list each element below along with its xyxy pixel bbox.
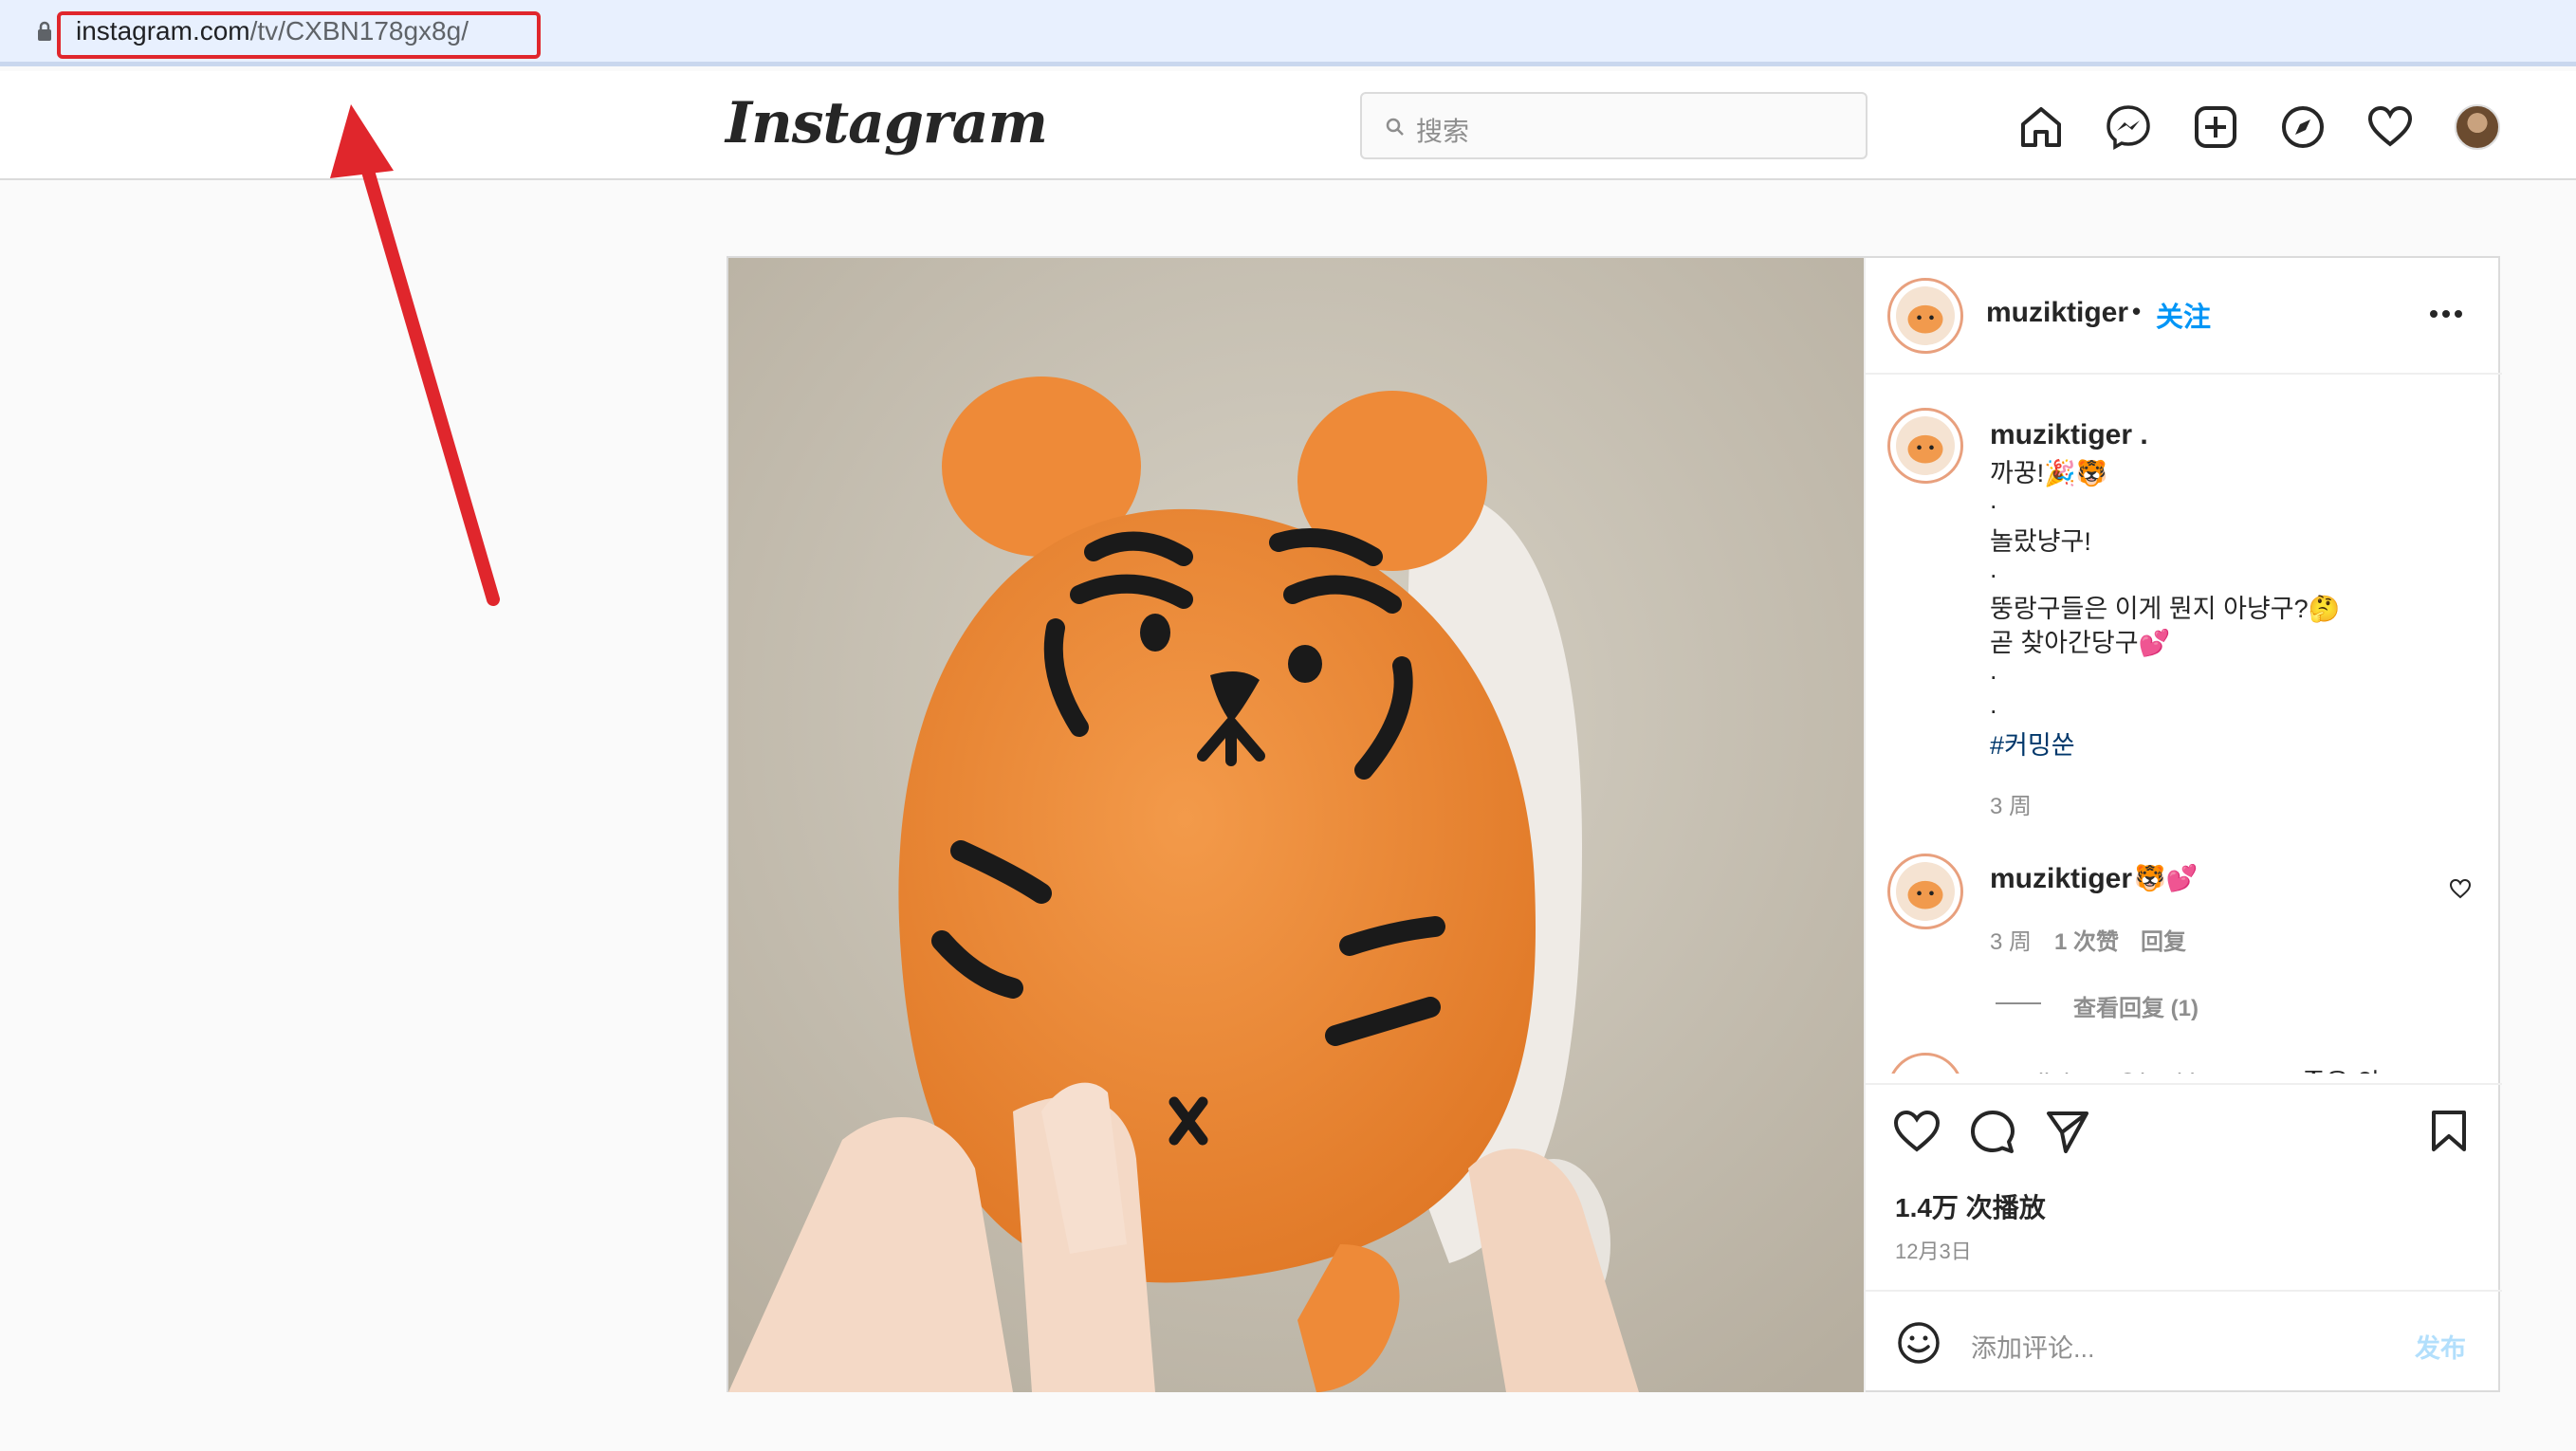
url-text[interactable]: instagram.com/tv/CXBN178gx8g/ (76, 16, 469, 46)
annotation-arrow (330, 104, 500, 606)
home-icon[interactable] (2017, 103, 2065, 151)
browser-address-bar: instagram.com/tv/CXBN178gx8g/ (0, 0, 2576, 66)
save-bookmark-icon[interactable] (2430, 1110, 2468, 1153)
tiger-logo-icon (1907, 434, 1943, 464)
comment-avatar (1887, 1053, 1963, 1074)
follow-button[interactable]: 关注 (2156, 295, 2211, 335)
replies-divider (1996, 1002, 2041, 1004)
clipped-comment-text: muziktiger @horithemyung 좋은 의 (1990, 1062, 2380, 1074)
emoji-icon[interactable] (1897, 1321, 1941, 1365)
author-avatar[interactable] (1887, 278, 1963, 354)
activity-heart-icon[interactable] (2366, 103, 2414, 151)
lock-icon (38, 21, 51, 41)
comment-text: 🐯💕 (2134, 864, 2199, 892)
caption-line: . (1990, 656, 1997, 685)
post-card (727, 256, 2502, 1392)
search-icon (1386, 118, 1404, 136)
author-username[interactable]: muziktiger (1986, 297, 2128, 329)
caption-line: 까꿍!🎉🐯 (1990, 459, 2108, 487)
caption-line: . (1990, 486, 1997, 514)
add-comment-input[interactable]: 添加评论... (1971, 1328, 2095, 1365)
messenger-icon[interactable] (2105, 103, 2152, 151)
profile-avatar[interactable] (2455, 104, 2500, 150)
post-date[interactable]: 12月3日 (1895, 1235, 1972, 1265)
clipped-comment: muziktiger @horithemyung 좋은 의 (1887, 1053, 2456, 1074)
comment-age[interactable]: 3 周 (1990, 923, 2032, 956)
comment-avatar[interactable] (1887, 854, 1963, 929)
caption-line: 곧 찾아간당구💕 (1990, 629, 2171, 657)
tiger-logo-icon (1907, 880, 1943, 909)
explore-icon[interactable] (2279, 103, 2327, 151)
caption-age[interactable]: 3 周 (1990, 787, 2032, 820)
search-placeholder: 搜索 (1416, 117, 1470, 146)
separator-dot: • (2132, 297, 2142, 325)
share-send-icon[interactable] (2045, 1110, 2090, 1153)
caption-line: 놀랐냥구! (1990, 527, 2091, 556)
search-input[interactable]: 搜索 (1360, 92, 1868, 159)
play-count[interactable]: 1.4万 次播放 (1895, 1187, 2046, 1225)
post-video[interactable] (728, 258, 1864, 1392)
caption-avatar[interactable] (1887, 408, 1963, 484)
comment-likes[interactable]: 1 次赞 (2054, 923, 2119, 956)
tiger-plush-image (728, 258, 1864, 1392)
like-heart-icon[interactable] (1893, 1110, 1941, 1153)
more-options-icon[interactable] (2430, 309, 2462, 319)
comment-reply-button[interactable]: 回复 (2141, 923, 2186, 956)
add-comment-bar (1866, 1290, 2502, 1392)
caption-line: 뚱랑구들은 이게 뭔지 아냥구?🤔 (1990, 595, 2341, 623)
comment-author[interactable]: muziktiger (1990, 863, 2132, 895)
comment-bubble-icon[interactable] (1970, 1110, 2015, 1155)
hashtag-link[interactable]: #커밍쑨 (1990, 725, 2075, 762)
view-replies-button[interactable]: 查看回复 (1) (2073, 989, 2199, 1022)
post-comment-button[interactable]: 发布 (2415, 1328, 2466, 1365)
comment-like-heart-icon[interactable] (2449, 878, 2472, 899)
new-post-icon[interactable] (2192, 103, 2239, 151)
caption-line: . (1990, 690, 1997, 719)
caption-line: . (1990, 555, 1997, 583)
caption-author[interactable]: muziktiger . (1990, 419, 2148, 451)
tiger-logo-icon (1907, 304, 1943, 334)
instagram-logo[interactable]: Instagram (726, 90, 1048, 156)
